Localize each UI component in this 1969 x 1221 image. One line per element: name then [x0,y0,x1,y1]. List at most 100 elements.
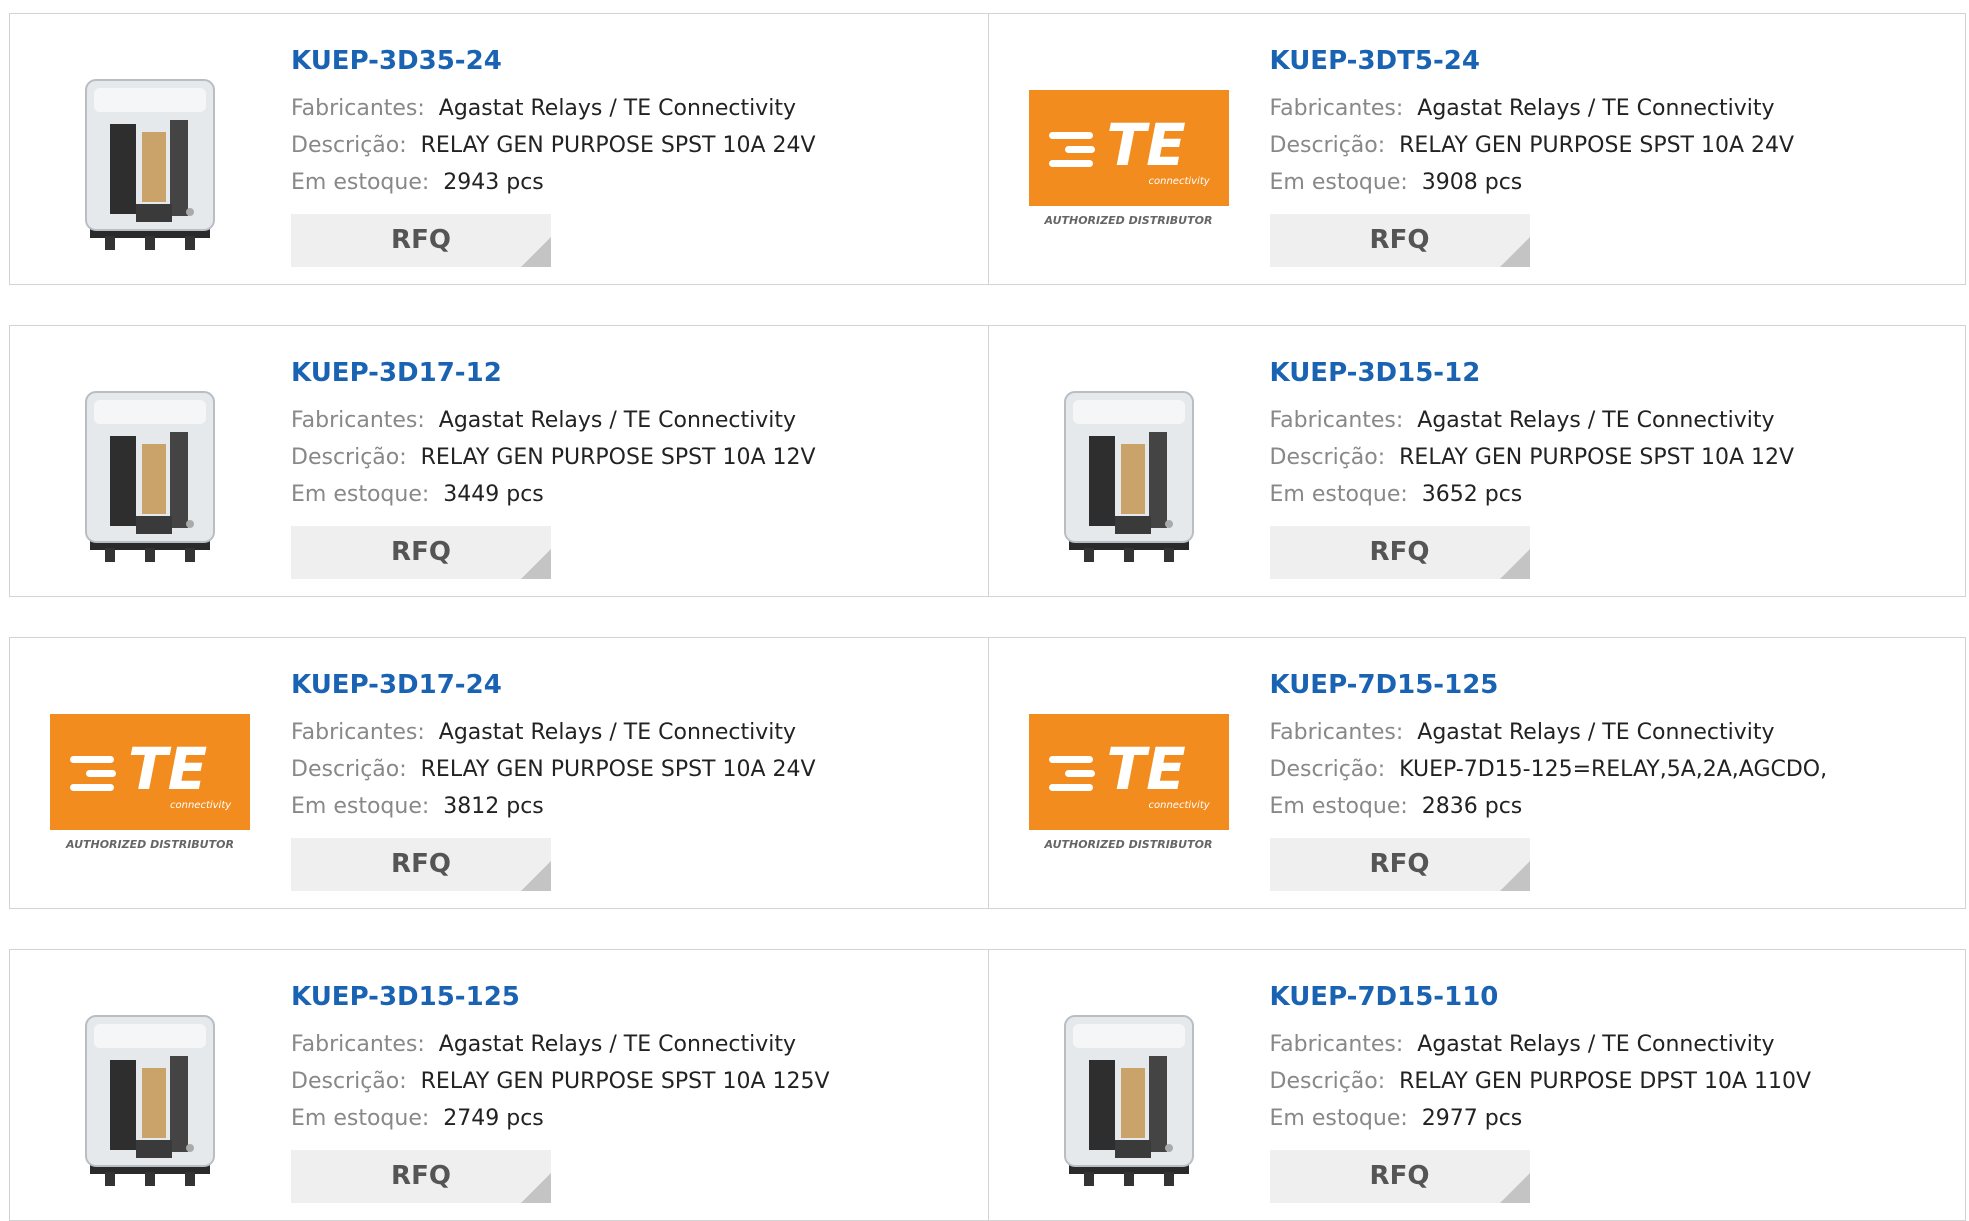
corner-decoration [521,549,551,579]
rfq-label: RFQ [1369,537,1430,567]
manufacturer-label: Fabricantes: [1269,1032,1404,1057]
product-row: TE connectivity AUTHORIZED DISTRIBUTOR KUEP… [9,637,1966,909]
product-card: KUEP-3D17-12 Fabricantes: Agastat Relays /… [10,326,988,596]
stock-value: 3812 pcs [443,794,544,819]
part-number-link[interactable]: KUEP-3D17-24 [291,668,816,702]
part-number-link[interactable]: KUEP-3D15-12 [1270,356,1795,390]
description-label: Descrição: [291,445,407,470]
part-number-link[interactable]: KUEP-3DT5-24 [1270,44,1795,78]
description-line: Descrição: RELAY GEN PURPOSE SPST 10A 24V [291,751,816,788]
product-row: KUEP-3D35-24 Fabricantes: Agastat Relays /… [9,13,1966,285]
manufacturer-label: Fabricantes: [1269,408,1404,433]
manufacturer-line: Fabricantes: Agastat Relays / TE Connecti… [1270,1026,1812,1063]
stock-label: Em estoque: [291,794,430,819]
manufacturer-label: Fabricantes: [291,720,425,745]
description-line: Descrição: RELAY GEN PURPOSE SPST 10A 125… [291,1063,830,1100]
rfq-label: RFQ [1369,849,1430,879]
manufacturer-line: Fabricantes: Agastat Relays / TE Connecti… [1270,402,1795,439]
te-authorized-distributor-logo[interactable]: TE connectivity AUTHORIZED DISTRIBUTOR [1028,678,1229,878]
product-info: KUEP-3D15-12 Fabricantes: Agastat Relays /… [1270,356,1795,513]
manufacturer-line: Fabricantes: Agastat Relays / TE Connecti… [1270,90,1795,127]
stock-value: 3908 pcs [1421,170,1523,195]
manufacturer-line: Fabricantes: Agastat Relays / TE Connecti… [291,90,816,127]
manufacturer-value: Agastat Relays / TE Connectivity [438,96,796,121]
product-row: KUEP-3D17-12 Fabricantes: Agastat Relays /… [9,325,1966,597]
stock-label: Em estoque: [1269,1106,1408,1131]
description-label: Descrição: [1269,445,1386,470]
description-line: Descrição: RELAY GEN PURPOSE SPST 10A 24V [291,127,816,164]
rfq-button[interactable]: RFQ [291,526,551,579]
product-row: KUEP-3D15-125 Fabricantes: Agastat Relays … [9,949,1966,1221]
manufacturer-value: Agastat Relays / TE Connectivity [1417,1032,1775,1057]
manufacturer-line: Fabricantes: Agastat Relays / TE Connecti… [1270,714,1828,751]
product-info: KUEP-7D15-125 Fabricantes: Agastat Relays … [1270,668,1828,825]
manufacturer-label: Fabricantes: [291,1032,425,1057]
stock-line: Em estoque: 3908 pcs [1270,164,1795,201]
product-grid: KUEP-3D35-24 Fabricantes: Agastat Relays /… [0,0,1969,1221]
product-image[interactable] [1029,366,1229,566]
description-label: Descrição: [291,1069,407,1094]
description-value: KUEP-7D15-125=RELAY,5A,2A,AGCDO, [1399,757,1828,782]
description-value: RELAY GEN PURPOSE DPST 10A 110V [1399,1069,1812,1094]
te-logo-letters: TE [1106,735,1186,803]
stock-line: Em estoque: 2943 pcs [291,164,816,201]
stock-line: Em estoque: 3449 pcs [291,476,816,513]
product-image[interactable] [1029,990,1229,1190]
product-image[interactable] [50,366,250,566]
rfq-button[interactable]: RFQ [291,214,551,267]
product-card: TE connectivity AUTHORIZED DISTRIBUTOR KUEP… [987,14,1966,284]
manufacturer-line: Fabricantes: Agastat Relays / TE Connecti… [291,1026,830,1063]
product-info: KUEP-3D17-12 Fabricantes: Agastat Relays /… [291,356,816,513]
stock-line: Em estoque: 3812 pcs [291,788,816,825]
rfq-label: RFQ [391,849,451,879]
part-number-link[interactable]: KUEP-7D15-110 [1270,980,1812,1014]
te-logo-letters: TE [128,735,208,803]
part-number-link[interactable]: KUEP-3D35-24 [291,44,816,78]
te-authorized-distributor-logo[interactable]: TE connectivity AUTHORIZED DISTRIBUTOR [50,678,250,878]
manufacturer-value: Agastat Relays / TE Connectivity [438,408,796,433]
product-image[interactable] [50,990,250,1190]
description-line: Descrição: RELAY GEN PURPOSE SPST 10A 12V [291,439,816,476]
part-number-link[interactable]: KUEP-7D15-125 [1270,668,1828,702]
rfq-label: RFQ [1369,225,1430,255]
description-value: RELAY GEN PURPOSE SPST 10A 24V [420,133,816,158]
stock-value: 2977 pcs [1421,1106,1523,1131]
manufacturer-label: Fabricantes: [1269,96,1404,121]
product-image[interactable] [50,54,250,254]
rfq-button[interactable]: RFQ [1269,526,1530,579]
description-label: Descrição: [1269,757,1386,782]
part-number-link[interactable]: KUEP-3D15-125 [291,980,830,1014]
stock-line: Em estoque: 2749 pcs [291,1100,830,1137]
corner-decoration [521,861,551,891]
te-logo-sub: connectivity [170,800,232,811]
rfq-label: RFQ [391,1161,451,1191]
rfq-button[interactable]: RFQ [291,1150,551,1203]
product-info: KUEP-3DT5-24 Fabricantes: Agastat Relays /… [1270,44,1795,201]
rfq-button[interactable]: RFQ [1269,214,1530,267]
rfq-button[interactable]: RFQ [1269,1150,1530,1203]
description-label: Descrição: [1269,1069,1386,1094]
product-card: TE connectivity AUTHORIZED DISTRIBUTOR KUEP… [987,638,1966,908]
manufacturer-line: Fabricantes: Agastat Relays / TE Connecti… [291,402,816,439]
stock-value: 2836 pcs [1421,794,1523,819]
description-label: Descrição: [291,133,407,158]
rfq-button[interactable]: RFQ [1269,838,1530,891]
description-value: RELAY GEN PURPOSE SPST 10A 24V [1399,133,1795,158]
product-info: KUEP-3D15-125 Fabricantes: Agastat Relays … [291,980,830,1137]
product-card: KUEP-3D15-12 Fabricantes: Agastat Relays /… [987,326,1966,596]
manufacturer-value: Agastat Relays / TE Connectivity [438,720,796,745]
manufacturer-line: Fabricantes: Agastat Relays / TE Connecti… [291,714,816,751]
stock-value: 2943 pcs [443,170,544,195]
manufacturer-label: Fabricantes: [291,408,425,433]
part-number-link[interactable]: KUEP-3D17-12 [291,356,816,390]
corner-decoration [521,237,551,267]
te-authorized-distributor-logo[interactable]: TE connectivity AUTHORIZED DISTRIBUTOR [1028,54,1229,254]
description-value: RELAY GEN PURPOSE SPST 10A 125V [420,1069,830,1094]
corner-decoration [1499,549,1530,579]
te-logo-tagline: AUTHORIZED DISTRIBUTOR [1044,838,1213,851]
rfq-button[interactable]: RFQ [291,838,551,891]
stock-label: Em estoque: [291,170,430,195]
description-value: RELAY GEN PURPOSE SPST 10A 12V [1399,445,1795,470]
product-card: TE connectivity AUTHORIZED DISTRIBUTOR KUEP… [10,638,988,908]
stock-label: Em estoque: [1269,482,1408,507]
